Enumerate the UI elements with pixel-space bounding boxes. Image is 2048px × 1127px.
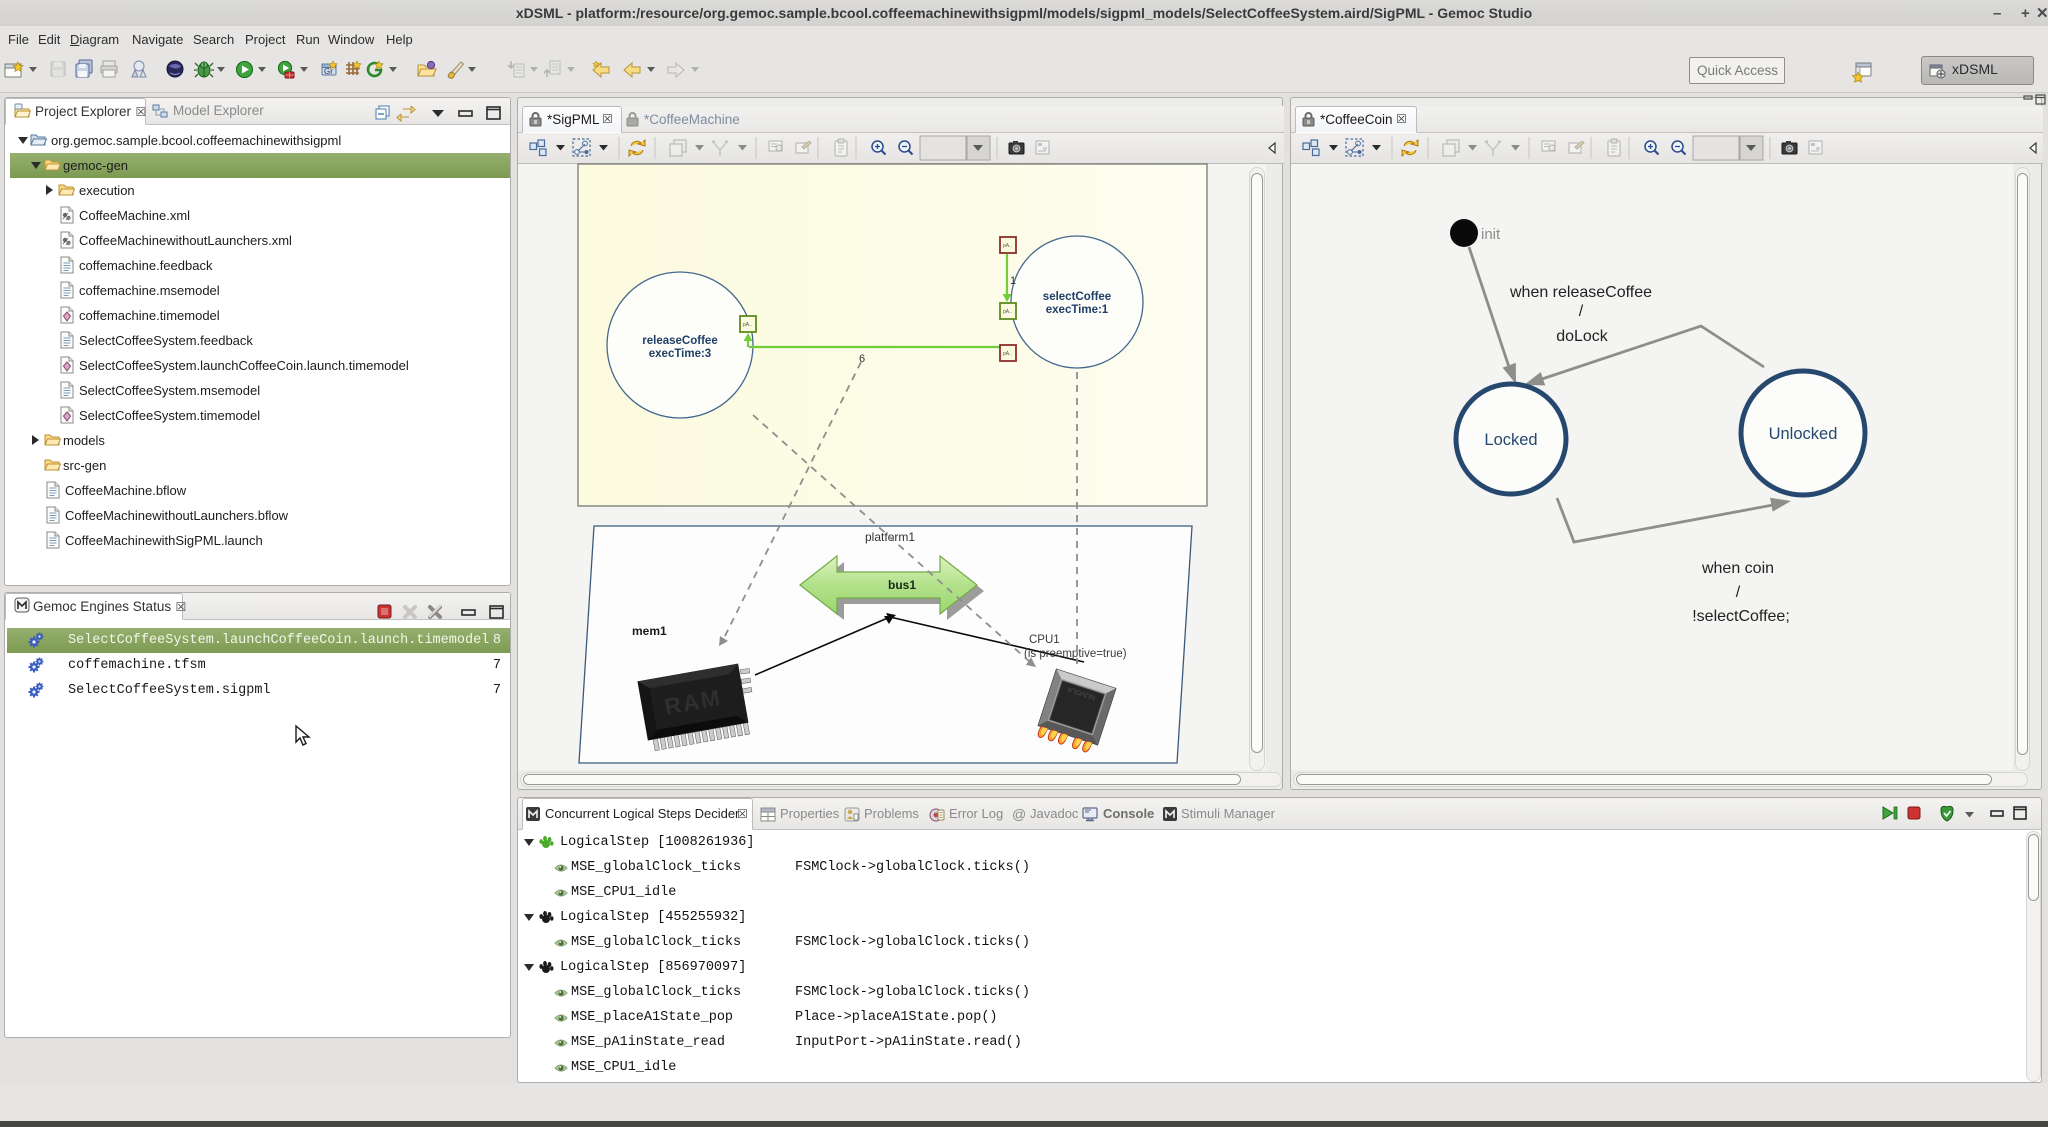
svg-text:doLock: doLock bbox=[1556, 328, 1609, 345]
svg-text:pA..: pA.. bbox=[1003, 243, 1012, 249]
svg-text:pA..: pA.. bbox=[743, 322, 752, 328]
svg-text:selectCoffee: selectCoffee bbox=[1043, 291, 1111, 303]
svg-text:mem1: mem1 bbox=[632, 624, 667, 638]
svg-text:/: / bbox=[1579, 303, 1584, 320]
svg-text:CPU1: CPU1 bbox=[1029, 634, 1060, 646]
svg-text:1: 1 bbox=[1010, 275, 1016, 287]
svg-text:Unlocked: Unlocked bbox=[1769, 425, 1838, 443]
svg-text:when coin: when coin bbox=[1701, 560, 1774, 577]
svg-text:execTime:3: execTime:3 bbox=[649, 348, 711, 360]
svg-text:bus1: bus1 bbox=[888, 578, 916, 592]
svg-text:init: init bbox=[1481, 226, 1501, 243]
svg-text:Gr: Gr bbox=[324, 67, 333, 76]
svg-text:releaseCoffee: releaseCoffee bbox=[642, 335, 717, 347]
svg-text:pA..: pA.. bbox=[1003, 351, 1012, 357]
svg-text:when releaseCoffee: when releaseCoffee bbox=[1509, 284, 1652, 301]
svg-text:execTime:1: execTime:1 bbox=[1046, 304, 1109, 316]
svg-text:Locked: Locked bbox=[1484, 431, 1537, 449]
svg-text:(is preemptive=true): (is preemptive=true) bbox=[1024, 648, 1127, 660]
svg-text:!selectCoffee;: !selectCoffee; bbox=[1692, 608, 1790, 625]
svg-text:pA..: pA.. bbox=[1003, 309, 1012, 315]
svg-text:/: / bbox=[1736, 584, 1741, 601]
